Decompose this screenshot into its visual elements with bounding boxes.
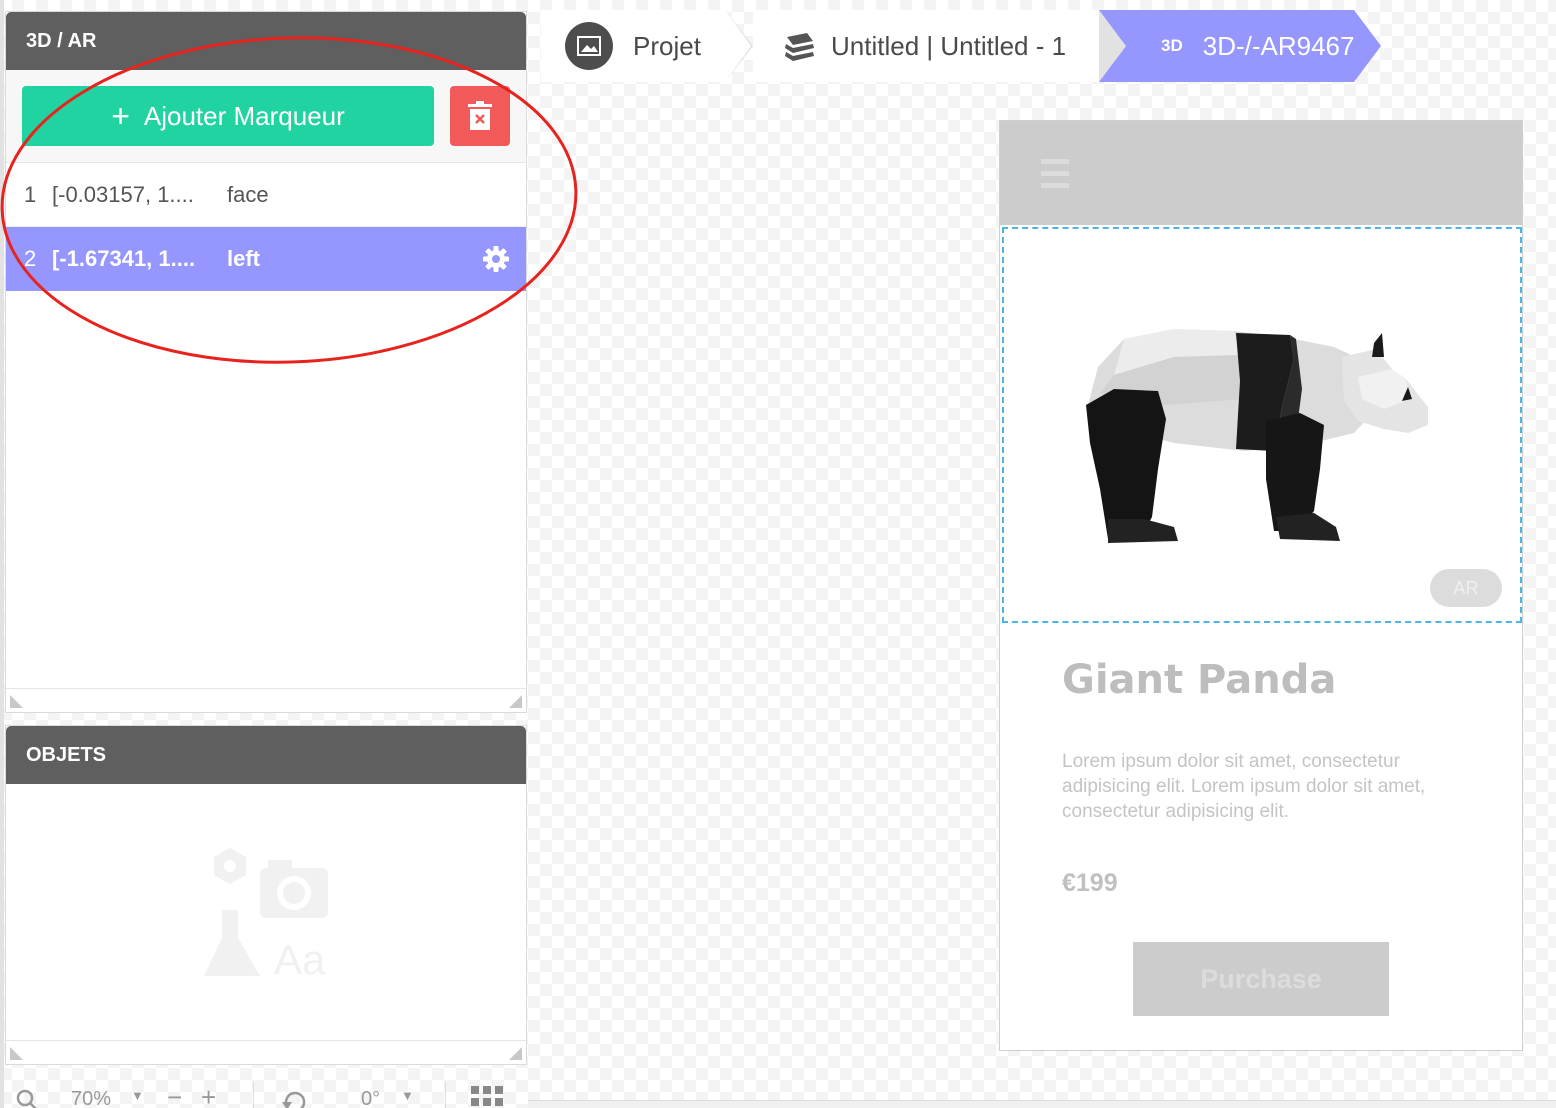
rotation-value[interactable]: 0° <box>361 1088 380 1108</box>
zoom-value[interactable]: 70% <box>71 1088 111 1108</box>
breadcrumb: Projet Untitled | Untitled - 1 3D 3D-/-A… <box>541 10 1556 82</box>
resize-handle-left[interactable] <box>10 1047 23 1060</box>
trash-icon <box>468 101 492 130</box>
objects-panel-resize-bar[interactable] <box>6 1040 526 1064</box>
crumb-file-label: Untitled | Untitled - 1 <box>831 30 1067 61</box>
panda-3d-model[interactable] <box>1004 229 1524 625</box>
ar-panel-header[interactable]: 3D / AR <box>6 12 526 70</box>
marker-index: 1 <box>24 181 37 207</box>
zoom-out-icon[interactable]: − <box>167 1082 182 1108</box>
ar-toggle-badge[interactable]: AR <box>1430 569 1502 607</box>
delete-marker-button[interactable] <box>450 86 510 146</box>
crumb-project[interactable]: Projet <box>565 10 701 82</box>
ar-panel: 3D / AR + Ajouter Marqueur 1 [-0.03157, … <box>5 11 527 713</box>
ar-toolbar: + Ajouter Marqueur <box>6 70 526 163</box>
empty-objects-illustration: Aa <box>204 848 328 983</box>
purchase-button[interactable]: Purchase <box>1133 942 1389 1016</box>
resize-handle-right[interactable] <box>509 1047 522 1060</box>
product-title: Giant Panda <box>1062 657 1337 703</box>
crumb-3d-badge: 3D <box>1161 36 1183 55</box>
crumb-active[interactable]: 3D 3D-/-AR9467 <box>1161 10 1354 82</box>
ar-viewport[interactable]: AR <box>1002 227 1522 623</box>
add-marker-label: Ajouter Marqueur <box>143 100 345 131</box>
marker-coords: [-1.67341, 1.... <box>52 246 196 271</box>
marker-side: left <box>227 246 260 271</box>
ar-panel-resize-bar[interactable] <box>6 688 526 712</box>
statusbar-divider <box>253 1082 254 1108</box>
statusbar: 70% ▼ − + 0° ▼ <box>5 1078 527 1108</box>
crumb-separator <box>725 10 751 82</box>
canvas-bottom-scrollbar[interactable] <box>528 1100 1556 1108</box>
zoom-in-icon[interactable]: + <box>201 1082 216 1108</box>
product-description: Lorem ipsum dolor sit amet, consectetur … <box>1062 751 1426 822</box>
resize-handle-left[interactable] <box>10 695 23 708</box>
layers-icon <box>785 33 814 61</box>
objects-panel-title: OBJETS <box>26 743 107 766</box>
grid-icon[interactable] <box>471 1086 503 1108</box>
marker-side: face <box>227 181 269 207</box>
image-icon <box>565 22 613 70</box>
add-marker-button[interactable]: + Ajouter Marqueur <box>22 86 434 146</box>
marker-coords: [-0.03157, 1.... <box>52 181 194 207</box>
empty-objects-text: Aa <box>274 936 326 983</box>
ar-panel-title: 3D / AR <box>26 29 97 52</box>
statusbar-divider <box>445 1082 446 1108</box>
rotation-dropdown-icon[interactable]: ▼ <box>401 1088 414 1103</box>
crumb-file[interactable]: Untitled | Untitled - 1 <box>783 10 1066 82</box>
objects-panel-header[interactable]: OBJETS <box>6 726 526 784</box>
search-icon[interactable] <box>15 1088 41 1108</box>
resize-handle-right[interactable] <box>509 695 522 708</box>
marker-index: 2 <box>24 246 37 271</box>
marker-row-2[interactable]: 2 [-1.67341, 1.... left <box>6 227 526 291</box>
product-price: €199 <box>1062 869 1118 897</box>
plus-icon: + <box>111 98 130 134</box>
crumb-project-label: Projet <box>633 30 701 61</box>
objects-panel: OBJETS Aa <box>5 725 527 1065</box>
rotate-icon[interactable] <box>281 1088 309 1108</box>
zoom-dropdown-icon[interactable]: ▼ <box>131 1088 144 1103</box>
phone-preview: AR Giant Panda Lorem ipsum dolor sit ame… <box>999 120 1523 1051</box>
hamburger-menu-icon[interactable] <box>1041 159 1069 189</box>
gear-icon[interactable] <box>482 245 510 273</box>
crumb-active-label: 3D-/-AR9467 <box>1202 30 1355 61</box>
preview-header <box>1000 121 1522 225</box>
left-edge-strip <box>0 0 4 1108</box>
marker-row-1[interactable]: 1 [-0.03157, 1.... face <box>6 163 526 227</box>
